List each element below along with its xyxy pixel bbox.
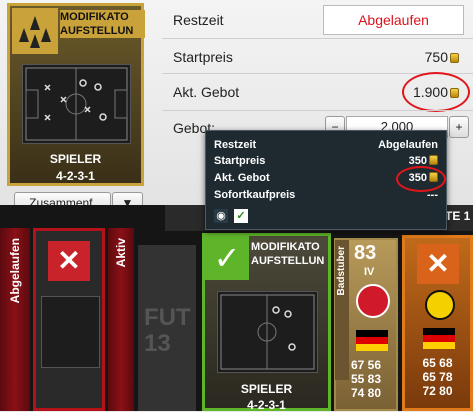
flag-germany-icon [423, 328, 455, 349]
card-type-label: SPIELER [49, 152, 102, 166]
card-type-label: SPIELER [240, 382, 293, 396]
expired-player-card[interactable]: ✕ 65 68 65 78 72 80 [402, 235, 473, 411]
stat-row: 65 68 [405, 356, 470, 370]
stat-row: 55 83 [336, 372, 396, 386]
stat-row: 72 80 [405, 384, 470, 398]
remaining-time-label: Restzeit [173, 12, 224, 28]
card-formation-label: 4-2-3-1 [56, 169, 95, 183]
transfer-tray: TE 1 Abgelaufen ✕ Aktiv FUT 13 ✓ MODIFIK… [0, 205, 473, 412]
expired-section[interactable]: Abgelaufen [0, 228, 30, 411]
coin-icon [450, 53, 459, 63]
card-title-line1: MODIFIKATO [60, 11, 129, 23]
start-price-value: 750 [424, 49, 448, 65]
active-section-label: Aktiv [114, 238, 128, 268]
stat-row: 74 80 [336, 386, 396, 400]
tray-right-label: TE 1 [445, 209, 471, 223]
popup-label: Restzeit [214, 139, 257, 151]
cones-icon [19, 16, 51, 48]
close-icon[interactable]: ✕ [417, 244, 459, 284]
club-badge-icon [356, 284, 390, 318]
card-badge [12, 8, 58, 54]
stat-value: 68 [439, 356, 453, 370]
flag-germany-icon [356, 330, 388, 351]
popup-value: Abgelaufen [378, 139, 438, 151]
empty-slot: FUT 13 [138, 245, 196, 411]
player-rating: 83 [354, 242, 377, 264]
stat-value: 74 [350, 386, 365, 400]
card-title-line2: AUFSTELLUN [60, 25, 134, 37]
popup-label: Akt. Gebot [214, 172, 270, 184]
stat-value: 55 [350, 372, 365, 386]
checkbox-icon[interactable]: ✓ [234, 209, 248, 223]
player-card[interactable]: Badstuber 83 IV 67 56 55 83 74 80 [334, 238, 398, 411]
remaining-time-value: Abgelaufen [323, 5, 464, 35]
divider [162, 38, 473, 39]
popup-label: Sofortkaufpreis [214, 189, 296, 201]
player-position: IV [364, 266, 375, 278]
card-title-line2: AUFSTELLUN [251, 255, 325, 267]
tactics-board [217, 291, 318, 373]
card-info-popup: Restzeit Abgelaufen Startpreis 350 Akt. … [205, 130, 447, 230]
fut-logo-text: FUT [144, 304, 191, 331]
stat-value: 56 [367, 358, 382, 372]
popup-value: --- [427, 189, 438, 201]
start-price: 750 [425, 49, 459, 65]
bid-increase-button[interactable]: + [449, 116, 469, 138]
card-title-line1: MODIFIKATO [251, 241, 320, 253]
stat-value: 83 [367, 372, 382, 386]
fut-logo-year: 13 [144, 330, 171, 357]
stat-value: 78 [439, 370, 453, 384]
active-section[interactable]: Aktiv [108, 228, 134, 411]
stat-value: 80 [367, 386, 382, 400]
stat-value: 65 [422, 356, 436, 370]
player-name: Badstuber [336, 246, 347, 296]
highlight-ellipse [396, 166, 446, 192]
divider [162, 110, 473, 111]
player-stats: 67 56 55 83 74 80 [336, 358, 396, 400]
card-formation-modifier[interactable]: MODIFIKATO AUFSTELLUN SPIELER 4-2-3-1 [7, 3, 145, 186]
stat-value: 72 [422, 384, 436, 398]
club-badge-icon [425, 290, 455, 320]
start-price-label: Startpreis [173, 49, 233, 65]
coin-icon [429, 155, 438, 165]
stat-row: 67 56 [336, 358, 396, 372]
stat-row: 65 78 [405, 370, 470, 384]
highlight-ellipse [402, 72, 470, 112]
player-stats: 65 68 65 78 72 80 [405, 356, 470, 398]
tactics-board [41, 296, 100, 368]
expired-section-label: Abgelaufen [8, 238, 22, 304]
card-formation-label: 4-2-3-1 [247, 398, 286, 412]
expired-card[interactable]: ✕ [33, 228, 105, 411]
stat-value: 67 [350, 358, 365, 372]
current-bid-label: Akt. Gebot [173, 84, 240, 100]
close-icon[interactable]: ✕ [48, 241, 90, 281]
tactics-board [22, 64, 131, 144]
selected-card[interactable]: ✓ MODIFIKATO AUFSTELLUN SPIELER 4-2-3-1 [202, 233, 331, 412]
popup-label: Startpreis [214, 155, 266, 167]
checkmark-icon: ✓ [205, 236, 249, 280]
eye-icon[interactable]: ◉ [214, 209, 228, 223]
stat-value: 65 [422, 370, 436, 384]
stat-value: 80 [439, 384, 453, 398]
